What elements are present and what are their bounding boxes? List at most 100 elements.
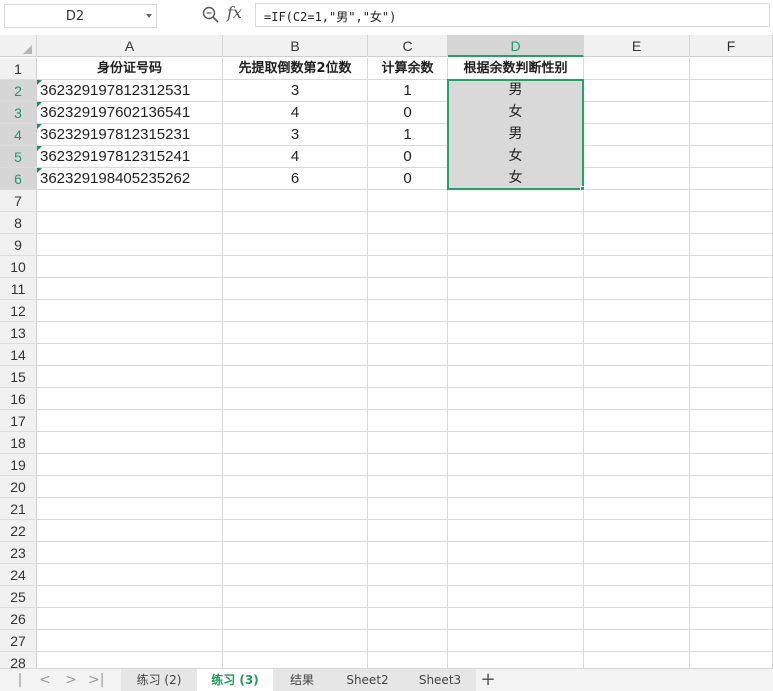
cell-f7[interactable] [690, 190, 773, 212]
first-sheet-icon[interactable]: |< [12, 672, 28, 691]
column-header-e[interactable]: E [584, 35, 690, 57]
cell-a19[interactable] [37, 454, 223, 476]
cell-c13[interactable] [368, 322, 448, 344]
row-header[interactable]: 2 [0, 80, 37, 102]
zoom-icon[interactable] [201, 5, 221, 25]
cell-b7[interactable] [223, 190, 368, 212]
cell-f27[interactable] [690, 630, 773, 652]
cell-b9[interactable] [223, 234, 368, 256]
prev-sheet-icon[interactable]: < [37, 672, 53, 688]
cell-b11[interactable] [223, 278, 368, 300]
cell-e2[interactable] [584, 80, 690, 102]
row-header[interactable]: 4 [0, 124, 37, 146]
cell-b3[interactable]: 4 [223, 102, 368, 124]
cell-c16[interactable] [368, 388, 448, 410]
cell-b15[interactable] [223, 366, 368, 388]
cell-a25[interactable] [37, 586, 223, 608]
cell-d16[interactable] [448, 388, 584, 410]
cell-f9[interactable] [690, 234, 773, 256]
cell-f25[interactable] [690, 586, 773, 608]
row-header[interactable]: 16 [0, 388, 37, 410]
row-header[interactable]: 25 [0, 586, 37, 608]
cell-a22[interactable] [37, 520, 223, 542]
cell-c2[interactable]: 1 [368, 80, 448, 102]
cell-e17[interactable] [584, 410, 690, 432]
row-header[interactable]: 23 [0, 542, 37, 564]
cell-b12[interactable] [223, 300, 368, 322]
name-box-dropdown-icon[interactable] [146, 14, 152, 18]
next-sheet-icon[interactable]: > [63, 672, 79, 688]
cell-d8[interactable] [448, 212, 584, 234]
cell-b6[interactable]: 6 [223, 168, 368, 190]
cell-d9[interactable] [448, 234, 584, 256]
sheet-tab[interactable]: 结果 [273, 669, 331, 691]
cell-d11[interactable] [448, 278, 584, 300]
cell-f15[interactable] [690, 366, 773, 388]
cell-a10[interactable] [37, 256, 223, 278]
cell-a24[interactable] [37, 564, 223, 586]
cell-f12[interactable] [690, 300, 773, 322]
cell-e13[interactable] [584, 322, 690, 344]
cell-c4[interactable]: 1 [368, 124, 448, 146]
cell-b20[interactable] [223, 476, 368, 498]
cell-e4[interactable] [584, 124, 690, 146]
cell-c25[interactable] [368, 586, 448, 608]
cell-a17[interactable] [37, 410, 223, 432]
cell-f6[interactable] [690, 168, 773, 190]
cell-a15[interactable] [37, 366, 223, 388]
cell-a3[interactable]: 362329197602136541 [37, 102, 223, 124]
cell-d5[interactable]: 女 [448, 146, 584, 168]
cell-c23[interactable] [368, 542, 448, 564]
column-header-b[interactable]: B [223, 35, 368, 57]
cell-a13[interactable] [37, 322, 223, 344]
cell-f1[interactable] [690, 58, 773, 80]
cell-e18[interactable] [584, 432, 690, 454]
fx-icon[interactable]: fx [227, 3, 242, 22]
cell-f26[interactable] [690, 608, 773, 630]
cell-e9[interactable] [584, 234, 690, 256]
fill-handle[interactable] [580, 186, 585, 191]
sheet-tab[interactable]: Sheet3 [404, 669, 476, 691]
row-header[interactable]: 9 [0, 234, 37, 256]
cell-c21[interactable] [368, 498, 448, 520]
cell-a26[interactable] [37, 608, 223, 630]
cell-b4[interactable]: 3 [223, 124, 368, 146]
cell-e21[interactable] [584, 498, 690, 520]
cell-f22[interactable] [690, 520, 773, 542]
cell-e3[interactable] [584, 102, 690, 124]
cell-c3[interactable]: 0 [368, 102, 448, 124]
cell-d17[interactable] [448, 410, 584, 432]
cell-c26[interactable] [368, 608, 448, 630]
cell-c17[interactable] [368, 410, 448, 432]
cell-d27[interactable] [448, 630, 584, 652]
cell-f4[interactable] [690, 124, 773, 146]
cell-d22[interactable] [448, 520, 584, 542]
row-header[interactable]: 12 [0, 300, 37, 322]
sheet-tab[interactable]: Sheet2 [331, 669, 404, 691]
cell-e24[interactable] [584, 564, 690, 586]
cell-f16[interactable] [690, 388, 773, 410]
cell-b14[interactable] [223, 344, 368, 366]
cell-f20[interactable] [690, 476, 773, 498]
cell-e15[interactable] [584, 366, 690, 388]
cell-e6[interactable] [584, 168, 690, 190]
cell-f24[interactable] [690, 564, 773, 586]
cell-c7[interactable] [368, 190, 448, 212]
cell-a12[interactable] [37, 300, 223, 322]
cell-b16[interactable] [223, 388, 368, 410]
cell-e5[interactable] [584, 146, 690, 168]
cell-f21[interactable] [690, 498, 773, 520]
cell-e27[interactable] [584, 630, 690, 652]
cell-c8[interactable] [368, 212, 448, 234]
cell-d7[interactable] [448, 190, 584, 212]
row-header[interactable]: 3 [0, 102, 37, 124]
sheet-tab[interactable]: 练习 (3) [197, 669, 273, 691]
row-header[interactable]: 22 [0, 520, 37, 542]
row-header[interactable]: 24 [0, 564, 37, 586]
cell-f23[interactable] [690, 542, 773, 564]
cell-f14[interactable] [690, 344, 773, 366]
row-header[interactable]: 10 [0, 256, 37, 278]
cell-d24[interactable] [448, 564, 584, 586]
row-header[interactable]: 1 [0, 58, 37, 80]
row-header[interactable]: 14 [0, 344, 37, 366]
